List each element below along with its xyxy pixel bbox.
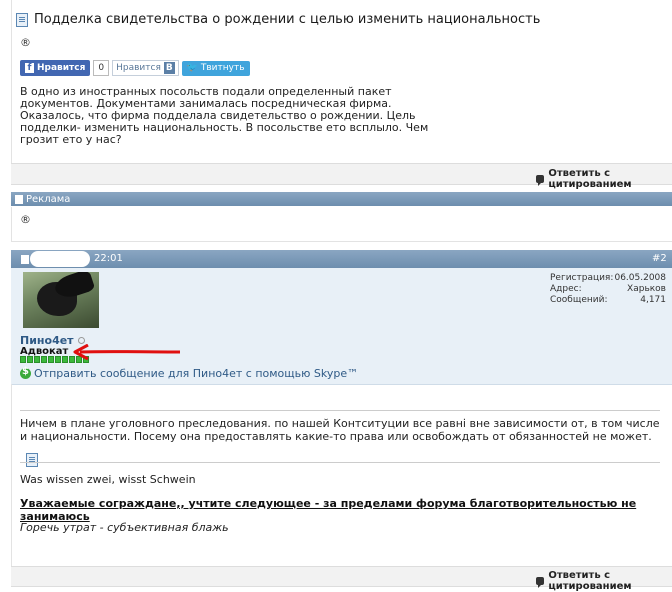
speech-bubble-icon [536,577,545,588]
document-icon [16,12,28,27]
facebook-icon: f [25,63,34,73]
facebook-like-button[interactable]: f Нравится [20,60,91,76]
stat-registration: Регистрация: 06.05.2008 [550,273,666,283]
twitter-icon: 🐦 [186,62,198,73]
post-2-number-link[interactable]: #2 [652,253,667,264]
speech-bubble-icon [536,175,545,186]
offline-status-icon [77,337,85,344]
reply-with-quote-button-2[interactable]: Ответить с цитированием [536,570,672,592]
post-2-time: 22:01 [94,253,123,264]
signature-divider [20,462,660,463]
reply-with-quote-label: Ответить с цитированием [548,570,632,592]
signature-line-3: Горечь утрат - субъективная блажь [20,521,229,534]
vk-like-button[interactable]: Нравится В [112,60,179,76]
twitter-tweet-button[interactable]: 🐦 Твитнуть [181,60,250,76]
reply-with-quote-label: Ответить с цитированием [548,168,632,190]
registered-mark: ® [20,36,31,49]
reply-with-quote-button[interactable]: Ответить с цитированием [536,168,672,190]
signature-line-2: Уважаемые сограждане,, учтите следующее … [20,497,637,523]
document-icon [15,194,23,204]
vk-icon: В [163,62,175,74]
post-1-body: В одно из иностранных посольств подали о… [20,85,429,146]
redacted-date [30,251,90,267]
ad-header: Реклама [11,192,672,206]
user-avatar[interactable] [23,272,99,328]
stat-posts: Сообщений: 4,171 [550,295,666,305]
facebook-like-label: Нравится [37,63,86,73]
ad-registered-mark: ® [20,213,31,226]
twitter-label: Твитнуть [200,62,245,73]
ad-body [11,207,672,242]
skype-icon [20,366,31,379]
ad-label: Реклама [26,193,71,205]
red-arrow-annotation [73,344,181,361]
divider [20,410,660,411]
skype-message-label: Отправить сообщение для Пино4ет с помощь… [34,367,359,380]
stat-address: Адрес: Харьков [550,284,666,294]
vk-like-count: 0 [93,60,110,76]
user-stats: Регистрация: 06.05.2008 Адрес: Харьков С… [550,273,666,306]
share-buttons: f Нравится 0 Нравится В 🐦 Твитнуть [20,60,250,76]
signature-line-1: Was wissen zwei, wisst Schwein [20,473,196,486]
post-title-row: Подделка свидетельства о рождении с цель… [16,12,540,27]
document-icon [26,453,38,467]
vk-like-label: Нравится [116,63,161,73]
document-icon [21,255,29,264]
post-title: Подделка свидетельства о рождении с цель… [34,12,541,27]
skype-message-link[interactable]: Отправить сообщение для Пино4ет с помощь… [20,366,359,380]
post-2-body: Ничем в плане уголовного преследования. … [20,417,660,443]
